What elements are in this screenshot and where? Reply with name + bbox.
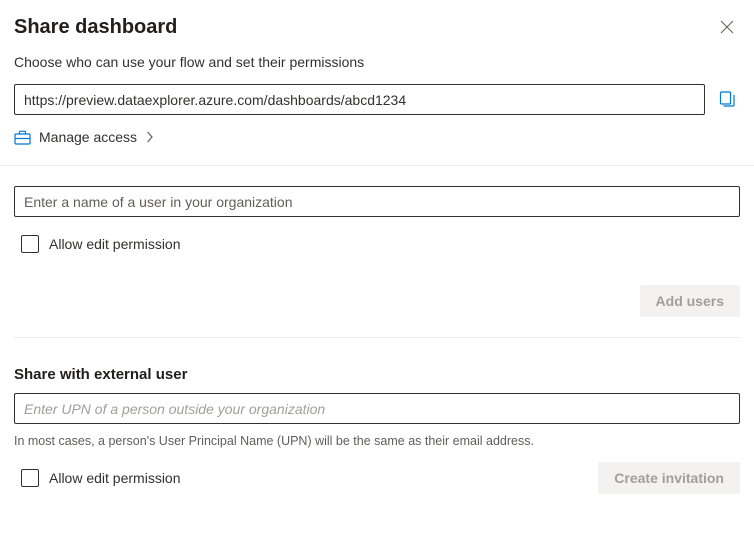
- create-invitation-button[interactable]: Create invitation: [598, 462, 740, 494]
- panel-header: Share dashboard: [14, 14, 740, 40]
- external-allow-edit-checkbox-row[interactable]: Allow edit permission: [14, 469, 181, 487]
- panel-subtitle: Choose who can use your flow and set the…: [14, 54, 740, 70]
- chevron-right-icon: [145, 131, 154, 143]
- url-row: [14, 84, 740, 115]
- copy-url-button[interactable]: [715, 87, 740, 112]
- external-user-input[interactable]: [14, 393, 740, 424]
- close-button[interactable]: [714, 14, 740, 40]
- dashboard-url-input[interactable]: [14, 84, 705, 115]
- allow-edit-checkbox[interactable]: [21, 235, 39, 253]
- close-icon: [720, 20, 734, 34]
- external-allow-edit-label: Allow edit permission: [49, 470, 181, 486]
- copy-icon: [719, 91, 736, 108]
- divider: [0, 165, 754, 166]
- external-user-hint: In most cases, a person's User Principal…: [14, 434, 740, 448]
- add-users-button[interactable]: Add users: [640, 285, 740, 317]
- divider-2: [14, 337, 740, 338]
- add-users-row: Add users: [14, 285, 740, 317]
- briefcase-icon: [14, 130, 31, 145]
- external-allow-edit-checkbox[interactable]: [21, 469, 39, 487]
- org-user-input[interactable]: [14, 186, 740, 217]
- manage-access-link[interactable]: Manage access: [14, 129, 154, 145]
- external-user-heading: Share with external user: [14, 366, 740, 383]
- manage-access-label: Manage access: [39, 129, 137, 145]
- allow-edit-label: Allow edit permission: [49, 236, 181, 252]
- allow-edit-checkbox-row[interactable]: Allow edit permission: [14, 235, 181, 253]
- external-bottom-row: Allow edit permission Create invitation: [14, 462, 740, 494]
- panel-title: Share dashboard: [14, 16, 177, 39]
- share-dashboard-panel: Share dashboard Choose who can use your …: [0, 0, 754, 508]
